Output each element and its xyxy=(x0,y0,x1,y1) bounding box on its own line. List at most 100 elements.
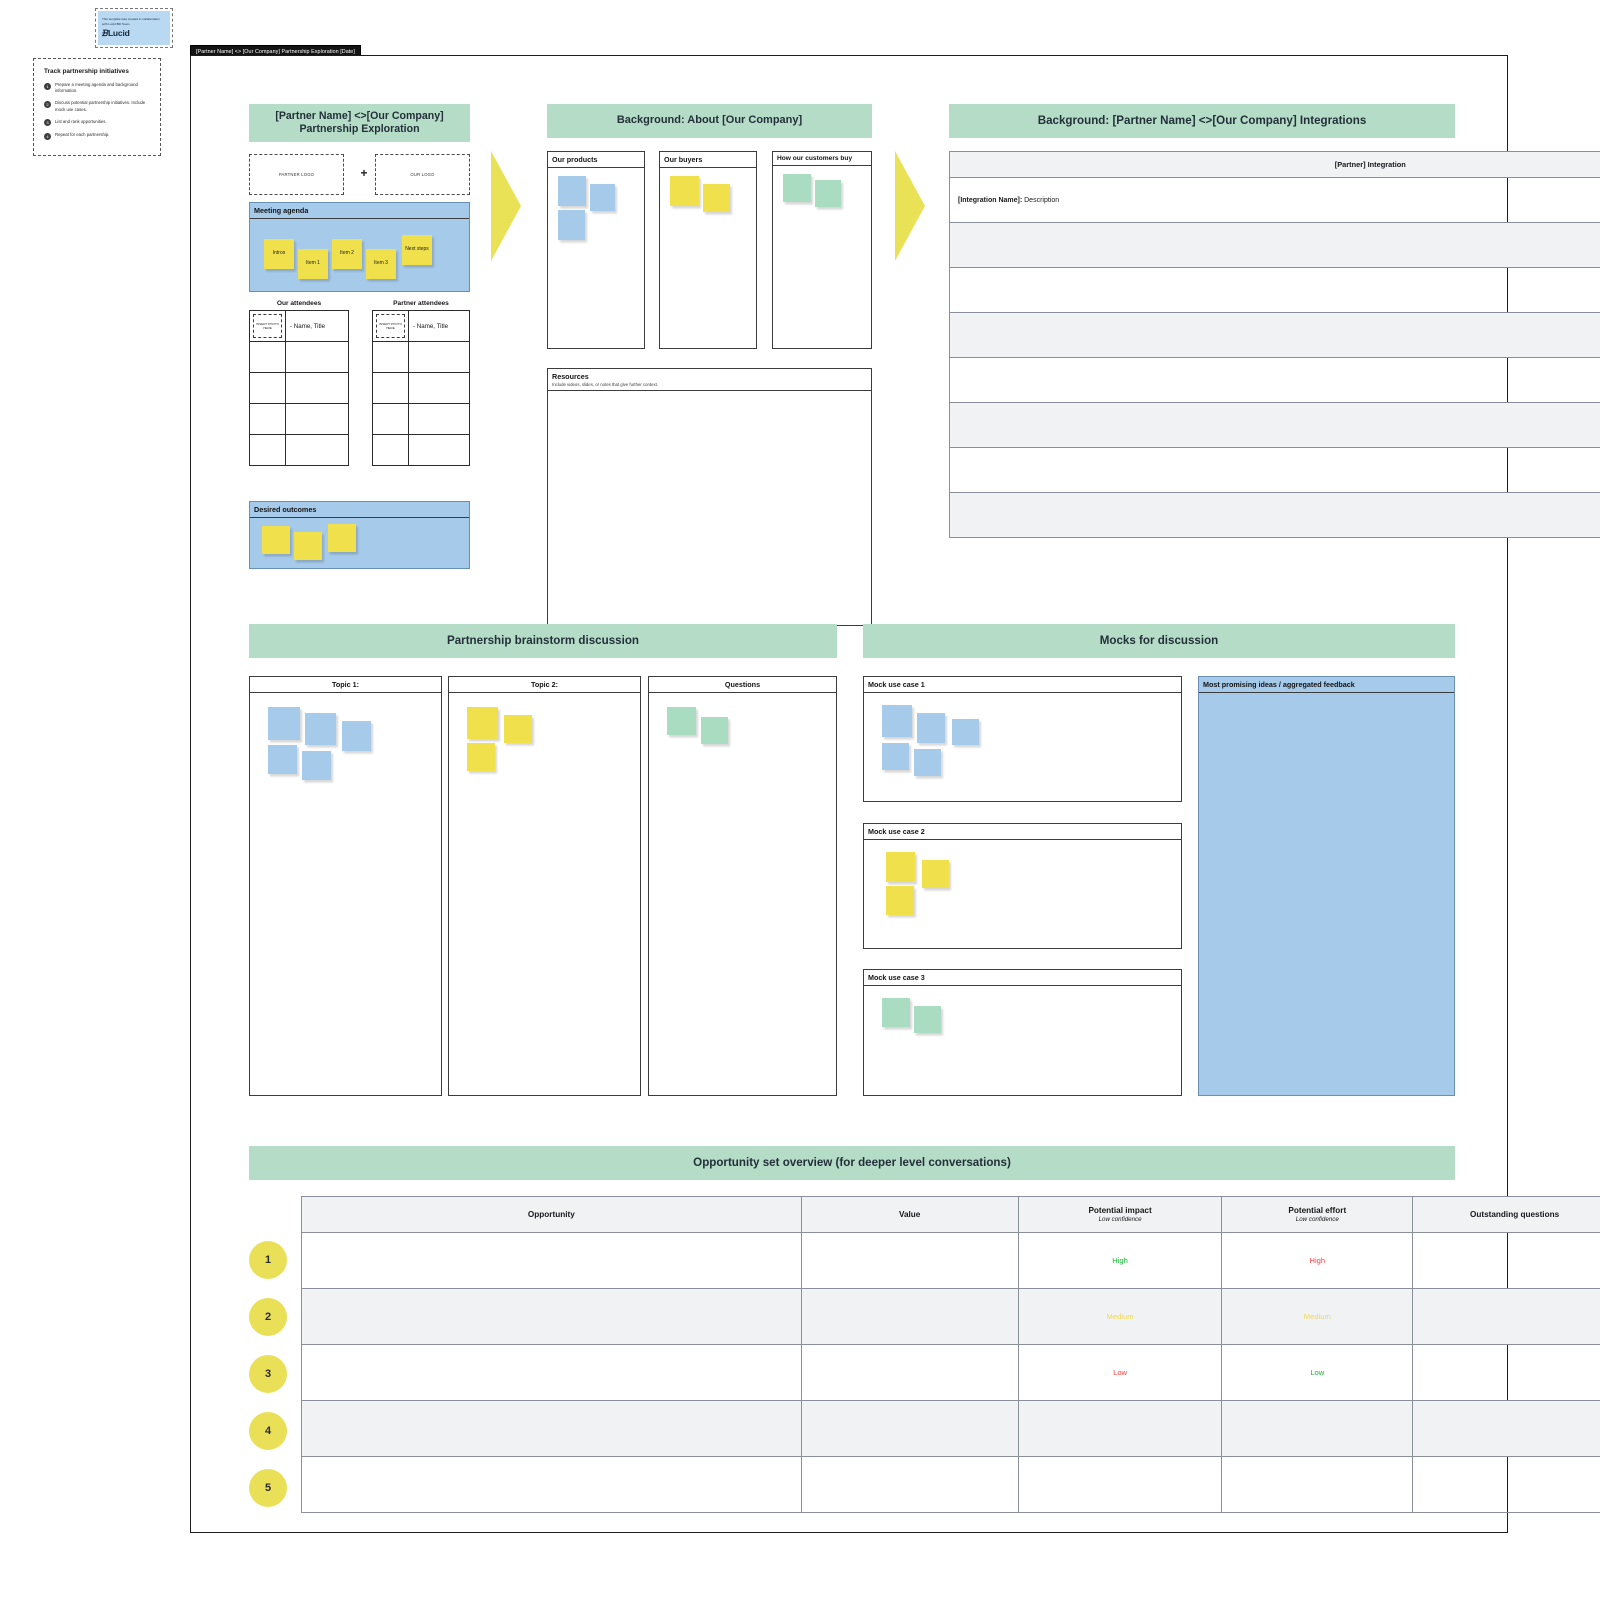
brainstorm-sticky[interactable] xyxy=(467,742,495,771)
integration-name-cell[interactable] xyxy=(949,447,1600,493)
table-row[interactable] xyxy=(301,1456,1600,1513)
brainstorm-sticky[interactable] xyxy=(504,714,532,743)
table-row[interactable] xyxy=(372,434,470,466)
mock-use-case-1-title[interactable]: Mock use case 1 xyxy=(864,677,1181,693)
question-sticky[interactable] xyxy=(701,716,728,744)
agenda-sticky[interactable]: Item 2 xyxy=(332,238,362,269)
insert-photo-placeholder[interactable]: INSERT PHOTO HERE xyxy=(253,314,282,338)
question-sticky[interactable] xyxy=(667,706,696,735)
product-sticky[interactable] xyxy=(558,175,586,206)
mock-sticky[interactable] xyxy=(882,997,910,1027)
table-row[interactable] xyxy=(372,372,470,404)
table-row[interactable]: Low Low xyxy=(301,1344,1600,1401)
table-row[interactable] xyxy=(249,403,349,435)
mock-use-case-3-title[interactable]: Mock use case 3 xyxy=(864,970,1181,986)
attendee-name-cell[interactable]: - Name, Title xyxy=(408,310,470,342)
table-row[interactable] xyxy=(949,267,1600,313)
attendee-photo-cell[interactable] xyxy=(249,372,286,404)
value-cell[interactable] xyxy=(800,1456,1019,1513)
mock-sticky[interactable] xyxy=(914,748,941,776)
table-row[interactable] xyxy=(949,222,1600,268)
impact-cell[interactable] xyxy=(1017,1456,1223,1513)
effort-cell[interactable]: Medium xyxy=(1221,1288,1414,1345)
integration-name-cell[interactable] xyxy=(949,357,1600,403)
opportunity-cell[interactable] xyxy=(301,1456,802,1513)
brainstorm-sticky[interactable] xyxy=(268,744,297,774)
effort-cell[interactable] xyxy=(1221,1400,1414,1457)
attendee-name-cell[interactable] xyxy=(408,372,470,404)
outcome-sticky[interactable] xyxy=(262,525,290,554)
mock-sticky[interactable] xyxy=(922,859,949,888)
agenda-sticky[interactable]: Item 3 xyxy=(366,248,396,279)
mock-sticky[interactable] xyxy=(952,718,979,745)
table-row[interactable]: High High xyxy=(301,1232,1600,1289)
brainstorm-sticky[interactable] xyxy=(268,706,300,740)
questions-cell[interactable] xyxy=(1412,1232,1600,1289)
product-sticky[interactable] xyxy=(558,209,585,240)
attendee-name-cell[interactable] xyxy=(285,403,349,435)
brainstorm-sticky[interactable] xyxy=(342,720,371,751)
brainstorm-sticky[interactable] xyxy=(467,706,498,739)
questions-cell[interactable] xyxy=(1412,1344,1600,1401)
attendee-photo-cell[interactable] xyxy=(372,403,409,435)
value-cell[interactable] xyxy=(800,1232,1019,1289)
table-row[interactable] xyxy=(249,434,349,466)
integration-name-cell[interactable] xyxy=(949,402,1600,448)
effort-cell[interactable]: Low xyxy=(1221,1344,1414,1401)
table-row[interactable] xyxy=(301,1400,1600,1457)
impact-cell[interactable]: Low xyxy=(1017,1344,1223,1401)
mock-sticky[interactable] xyxy=(917,712,945,743)
impact-cell[interactable]: High xyxy=(1017,1232,1223,1289)
table-row[interactable] xyxy=(949,447,1600,493)
effort-cell[interactable]: High xyxy=(1221,1232,1414,1289)
attendee-photo-cell[interactable] xyxy=(372,434,409,466)
opportunity-cell[interactable] xyxy=(301,1344,802,1401)
attendee-photo-cell[interactable] xyxy=(372,372,409,404)
integration-name-cell[interactable] xyxy=(949,492,1600,538)
integration-name-cell[interactable] xyxy=(949,267,1600,313)
mock-sticky[interactable] xyxy=(914,1005,941,1033)
attendee-photo-cell[interactable] xyxy=(249,434,286,466)
most-promising-ideas-body[interactable] xyxy=(1199,693,1454,1093)
buyer-sticky[interactable] xyxy=(703,183,730,212)
table-row[interactable] xyxy=(249,341,349,373)
topic1-title[interactable]: Topic 1: xyxy=(250,677,441,693)
our-logo-placeholder[interactable]: OUR LOGO xyxy=(375,154,470,195)
questions-cell[interactable] xyxy=(1412,1456,1600,1513)
customer-sticky[interactable] xyxy=(815,179,841,207)
customer-sticky[interactable] xyxy=(783,173,811,202)
outcome-sticky[interactable] xyxy=(328,523,356,552)
opportunity-cell[interactable] xyxy=(301,1400,802,1457)
table-row[interactable]: INSERT PHOTO HERE - Name, Title xyxy=(372,310,470,342)
partner-logo-placeholder[interactable]: PARTNER LOGO xyxy=(249,154,344,195)
attendee-name-cell[interactable] xyxy=(408,341,470,373)
table-row[interactable]: Medium Medium xyxy=(301,1288,1600,1345)
attendee-name-cell[interactable] xyxy=(408,434,470,466)
mock-sticky[interactable] xyxy=(882,704,912,737)
effort-cell[interactable] xyxy=(1221,1456,1414,1513)
agenda-sticky[interactable]: Item 1 xyxy=(298,248,328,279)
brainstorm-sticky[interactable] xyxy=(305,712,336,745)
questions-cell[interactable] xyxy=(1412,1400,1600,1457)
table-row[interactable] xyxy=(249,372,349,404)
table-row[interactable] xyxy=(949,312,1600,358)
integration-name-cell[interactable] xyxy=(949,222,1600,268)
opportunity-cell[interactable] xyxy=(301,1288,802,1345)
product-sticky[interactable] xyxy=(590,183,615,211)
table-row[interactable]: [Integration Name]: Description Launched xyxy=(949,177,1600,223)
opportunity-cell[interactable] xyxy=(301,1232,802,1289)
value-cell[interactable] xyxy=(800,1400,1019,1457)
mock-sticky[interactable] xyxy=(886,885,914,915)
value-cell[interactable] xyxy=(800,1344,1019,1401)
attendee-name-cell[interactable] xyxy=(285,372,349,404)
integration-name-cell[interactable] xyxy=(949,312,1600,358)
impact-cell[interactable]: Medium xyxy=(1017,1288,1223,1345)
attendee-name-cell[interactable] xyxy=(285,434,349,466)
questions-cell[interactable] xyxy=(1412,1288,1600,1345)
mock-sticky[interactable] xyxy=(886,851,915,882)
agenda-sticky[interactable]: Intros xyxy=(264,238,294,269)
table-row[interactable] xyxy=(949,492,1600,538)
mock-use-case-2-title[interactable]: Mock use case 2 xyxy=(864,824,1181,840)
attendee-photo-cell[interactable]: INSERT PHOTO HERE xyxy=(372,310,409,342)
outcome-sticky[interactable] xyxy=(294,531,322,560)
